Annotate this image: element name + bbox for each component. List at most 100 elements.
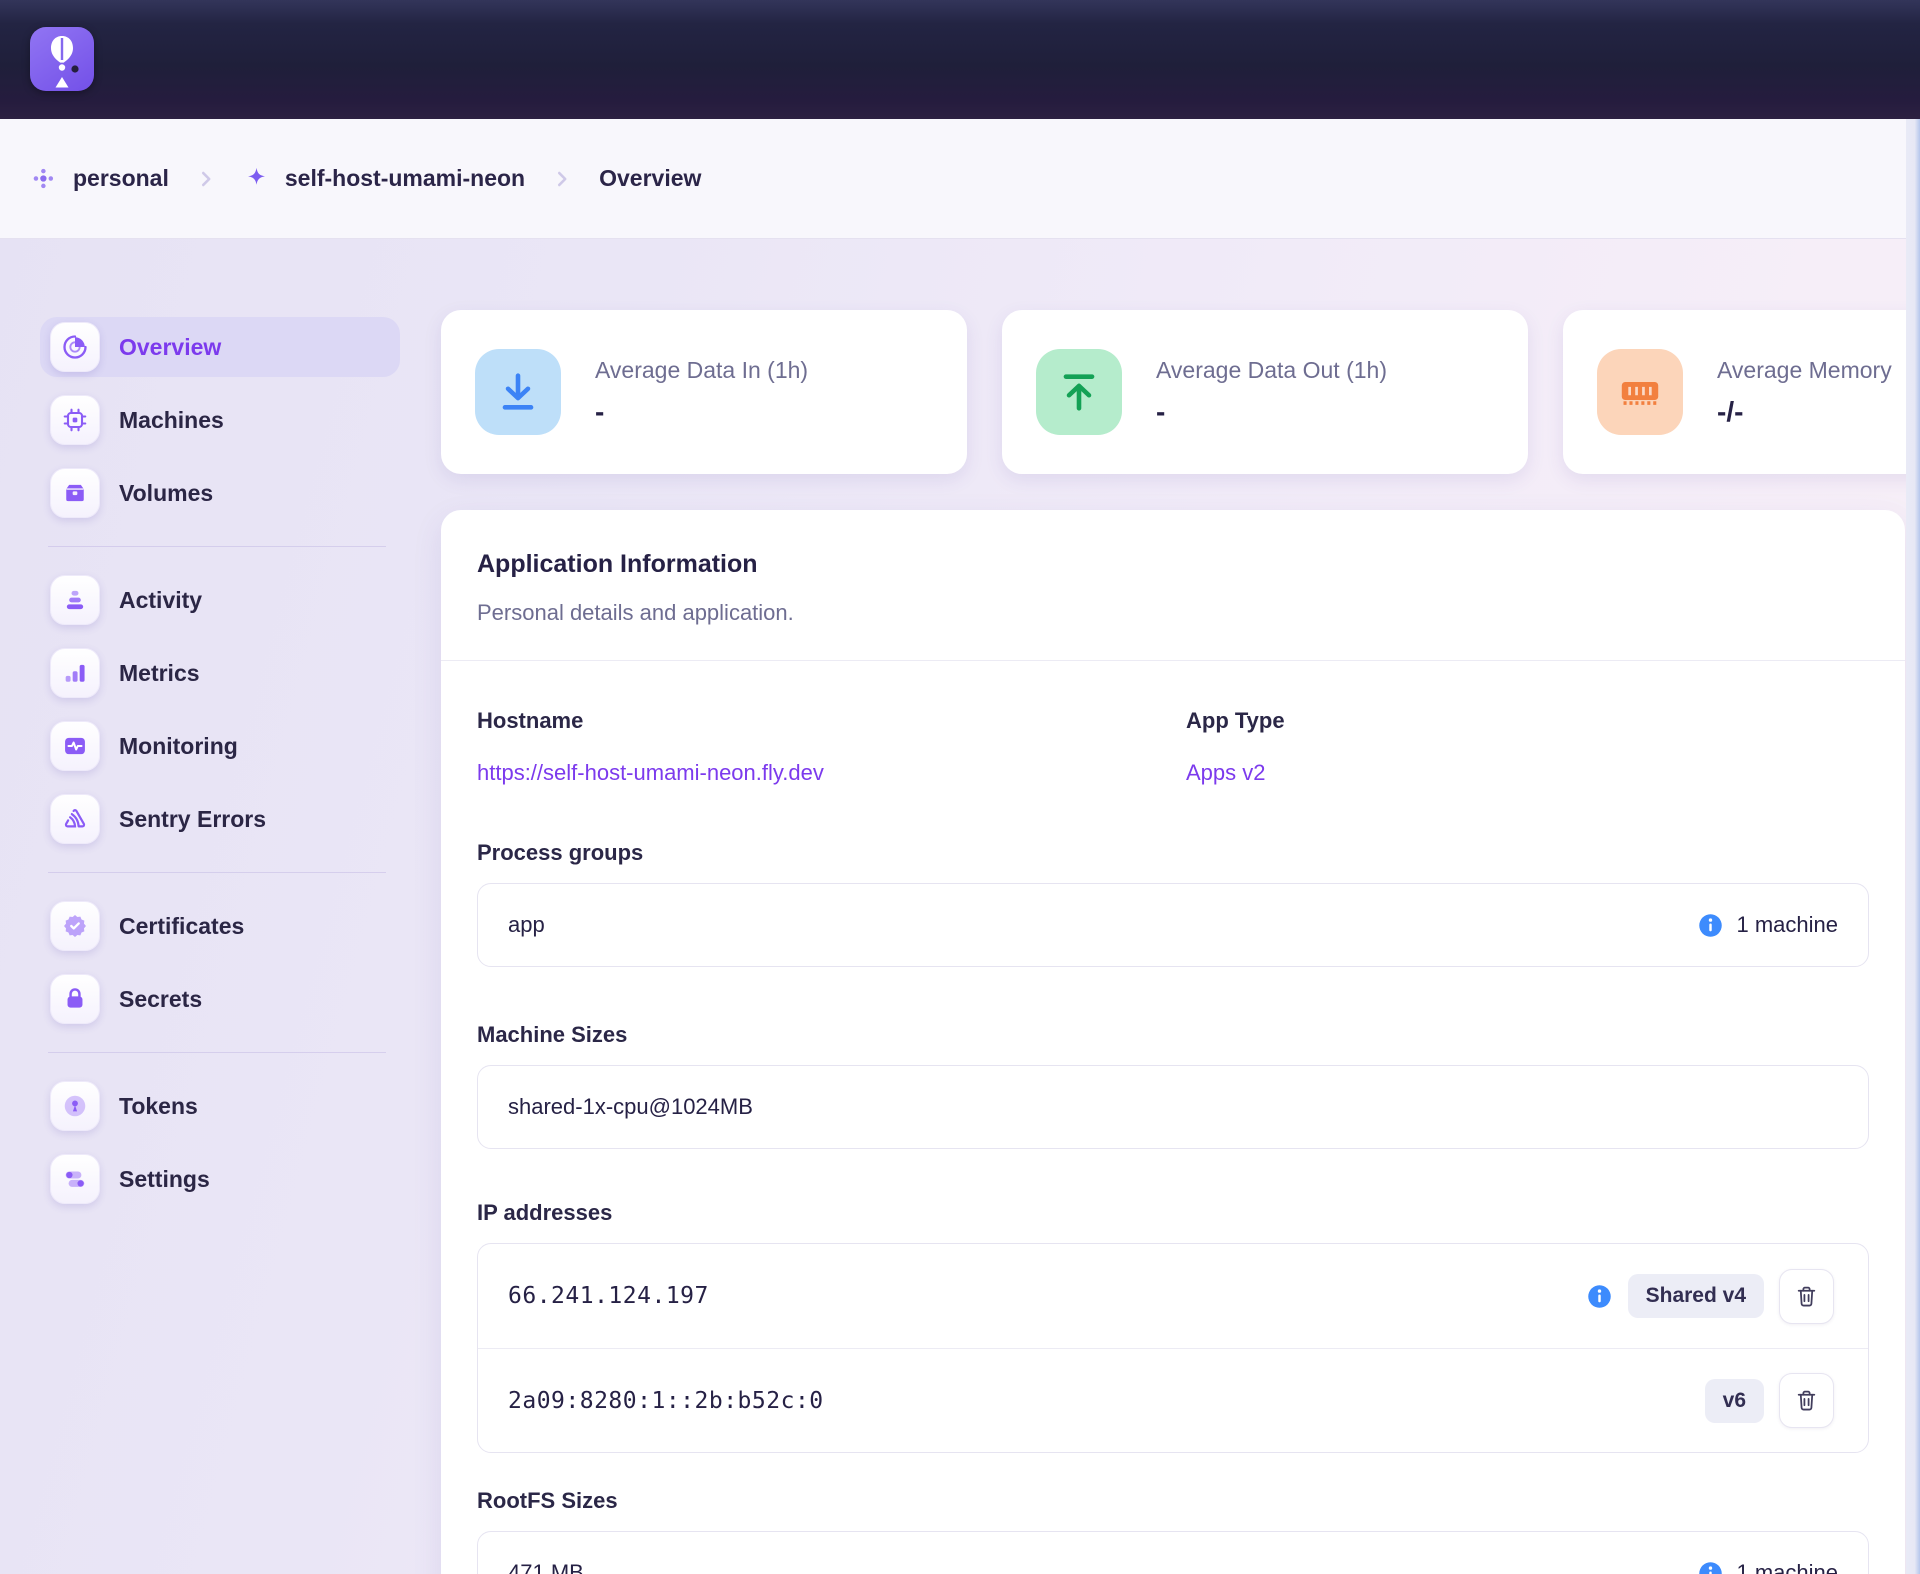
card-title: Application Information bbox=[477, 550, 1869, 579]
cpu-chip-icon bbox=[50, 395, 100, 445]
sidebar-item-label: Activity bbox=[119, 587, 202, 614]
application-information-header: Application Information Personal details… bbox=[441, 510, 1905, 660]
breadcrumb: personal self-host-umami-neon Overview bbox=[0, 119, 1920, 239]
machine-size-value: shared-1x-cpu@1024MB bbox=[508, 1094, 753, 1120]
breadcrumb-org[interactable]: personal bbox=[31, 165, 169, 192]
sidebar-divider bbox=[48, 546, 386, 547]
breadcrumb-app[interactable]: self-host-umami-neon bbox=[243, 165, 525, 192]
sidebar-item-label: Monitoring bbox=[119, 733, 238, 760]
application-information-card: Application Information Personal details… bbox=[441, 510, 1905, 1574]
hostname-field: Hostname https://self-host-umami-neon.fl… bbox=[477, 707, 1186, 787]
sidebar-item-label: Metrics bbox=[119, 660, 200, 687]
sidebar-item-certificates[interactable]: Certificates bbox=[40, 896, 400, 956]
trash-icon bbox=[1794, 1284, 1819, 1309]
machine-count-chip: 1 machine bbox=[1697, 1560, 1838, 1574]
stat-text: Average Data Out (1h) - bbox=[1156, 357, 1387, 428]
arrow-up-from-line-icon bbox=[1036, 349, 1122, 435]
settings-toggles-icon bbox=[50, 1154, 100, 1204]
info-icon[interactable] bbox=[1586, 1283, 1613, 1310]
scrollbar-track[interactable] bbox=[1906, 119, 1920, 1574]
rootfs-size-value: 471 MB bbox=[508, 1560, 584, 1574]
sidebar-item-machines[interactable]: Machines bbox=[40, 390, 400, 450]
ip-address-value: 2a09:8280:1::2b:b52c:0 bbox=[508, 1388, 824, 1414]
app-window: personal self-host-umami-neon Overview bbox=[0, 0, 1920, 1574]
machine-count-label: 1 machine bbox=[1736, 912, 1838, 938]
sidebar-item-tokens[interactable]: Tokens bbox=[40, 1076, 400, 1136]
certificate-seal-icon bbox=[50, 901, 100, 951]
machine-count-label: 1 machine bbox=[1736, 1560, 1838, 1574]
delete-ip-button[interactable] bbox=[1779, 1269, 1834, 1324]
ip-type-badge: Shared v4 bbox=[1628, 1274, 1764, 1318]
ip-addresses-label: IP addresses bbox=[477, 1199, 1869, 1227]
breadcrumb-app-label: self-host-umami-neon bbox=[285, 165, 525, 192]
trash-icon bbox=[1794, 1388, 1819, 1413]
sidebar-item-volumes[interactable]: Volumes bbox=[40, 463, 400, 523]
stat-card-data-out: Average Data Out (1h) - bbox=[1002, 310, 1528, 474]
ip-row-v6: 2a09:8280:1::2b:b52c:0 v6 bbox=[478, 1348, 1868, 1452]
sidebar-item-label: Overview bbox=[119, 334, 221, 361]
machine-sizes-label: Machine Sizes bbox=[477, 1021, 1869, 1049]
sidebar-item-sentry-errors[interactable]: Sentry Errors bbox=[40, 789, 400, 849]
sidebar-divider bbox=[48, 872, 386, 873]
sidebar-item-settings[interactable]: Settings bbox=[40, 1149, 400, 1209]
ip-row-v4: 66.241.124.197 Shared v4 bbox=[478, 1244, 1868, 1348]
hostname-link[interactable]: https://self-host-umami-neon.fly.dev bbox=[477, 759, 824, 787]
breadcrumb-page[interactable]: Overview bbox=[599, 165, 701, 192]
app-type-label: App Type bbox=[1186, 707, 1869, 735]
ip-row-actions: v6 bbox=[1705, 1373, 1834, 1428]
sidebar-item-activity[interactable]: Activity bbox=[40, 570, 400, 630]
stats-row: Average Data In (1h) - Average Data Out … bbox=[441, 310, 1920, 474]
sidebar-item-overview[interactable]: Overview bbox=[40, 317, 400, 377]
info-icon[interactable] bbox=[1697, 1560, 1724, 1574]
sidebar-item-label: Certificates bbox=[119, 913, 244, 940]
process-groups-label: Process groups bbox=[477, 839, 1869, 867]
sidebar-item-secrets[interactable]: Secrets bbox=[40, 969, 400, 1029]
breadcrumb-page-label: Overview bbox=[599, 165, 701, 192]
rootfs-sizes-section: RootFS Sizes 471 MB 1 machine bbox=[477, 1487, 1869, 1574]
sidebar-item-label: Settings bbox=[119, 1166, 210, 1193]
breadcrumb-org-label: personal bbox=[73, 165, 169, 192]
rootfs-sizes-label: RootFS Sizes bbox=[477, 1487, 1869, 1515]
overview-radar-icon bbox=[50, 322, 100, 372]
stat-card-data-in: Average Data In (1h) - bbox=[441, 310, 967, 474]
fly-balloon-icon bbox=[30, 27, 94, 91]
sidebar-item-label: Secrets bbox=[119, 986, 202, 1013]
ip-row-actions: Shared v4 bbox=[1586, 1269, 1834, 1324]
machine-count-chip: 1 machine bbox=[1697, 912, 1838, 939]
hostname-label: Hostname bbox=[477, 707, 1186, 735]
content-area: Overview Machines Volumes Activity bbox=[0, 239, 1920, 1574]
fly-balloon-logo[interactable] bbox=[30, 27, 94, 91]
sidebar-item-label: Sentry Errors bbox=[119, 806, 266, 833]
machine-sizes-section: Machine Sizes shared-1x-cpu@1024MB bbox=[477, 1021, 1869, 1149]
sidebar-item-monitoring[interactable]: Monitoring bbox=[40, 716, 400, 776]
machine-size-row: shared-1x-cpu@1024MB bbox=[477, 1065, 1869, 1149]
top-header-bar bbox=[0, 0, 1920, 119]
stat-label: Average Memory bbox=[1717, 357, 1892, 384]
info-icon[interactable] bbox=[1697, 912, 1724, 939]
sidebar: Overview Machines Volumes Activity bbox=[0, 239, 430, 1574]
app-type-link[interactable]: Apps v2 bbox=[1186, 759, 1266, 787]
ip-addresses-list: 66.241.124.197 Shared v4 bbox=[477, 1243, 1869, 1453]
org-dots-icon bbox=[31, 165, 58, 192]
metrics-bars-icon bbox=[50, 648, 100, 698]
process-group-name: app bbox=[508, 912, 545, 938]
delete-ip-button[interactable] bbox=[1779, 1373, 1834, 1428]
sidebar-divider bbox=[48, 1052, 386, 1053]
fields-grid: Hostname https://self-host-umami-neon.fl… bbox=[477, 707, 1869, 787]
arrow-down-to-line-icon bbox=[475, 349, 561, 435]
sidebar-item-label: Volumes bbox=[119, 480, 213, 507]
ip-address-value: 66.241.124.197 bbox=[508, 1283, 709, 1309]
app-sparkle-icon bbox=[243, 165, 270, 192]
card-subtitle: Personal details and application. bbox=[477, 600, 1869, 626]
sidebar-item-label: Tokens bbox=[119, 1093, 198, 1120]
stat-text: Average Memory -/- bbox=[1717, 357, 1892, 428]
stat-value: - bbox=[1156, 396, 1387, 428]
tokens-keyhole-icon bbox=[50, 1081, 100, 1131]
chevron-right-icon bbox=[551, 168, 573, 190]
volumes-box-icon bbox=[50, 468, 100, 518]
sidebar-item-metrics[interactable]: Metrics bbox=[40, 643, 400, 703]
stat-value: -/- bbox=[1717, 396, 1892, 428]
sentry-logo-icon bbox=[50, 794, 100, 844]
app-type-field: App Type Apps v2 bbox=[1186, 707, 1869, 787]
process-groups-section: Process groups app 1 machine bbox=[477, 839, 1869, 967]
